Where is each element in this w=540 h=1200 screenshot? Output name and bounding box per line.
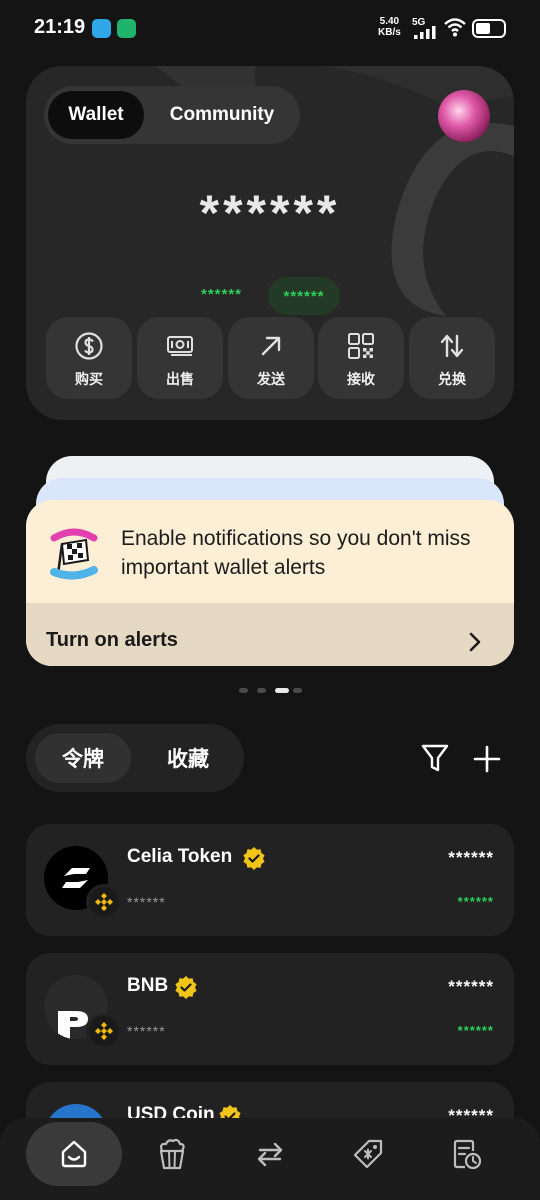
network-speed-unit: KB/s: [378, 27, 401, 38]
network-speed: 5.40 KB/s: [378, 16, 401, 38]
wallet-card: Wallet Community ****** ****** ****** 购买…: [26, 66, 514, 420]
send-label: 发送: [257, 371, 285, 387]
token-amount: ******: [448, 848, 494, 867]
token-row[interactable]: Celia Token ****** ****** ******: [26, 824, 514, 936]
carousel-dot-active[interactable]: [275, 688, 289, 693]
chevron-right-icon: [469, 632, 481, 652]
token-name: BNB: [127, 975, 169, 996]
balance-change-amount: ******: [201, 286, 243, 303]
verified-badge-icon: [175, 976, 197, 999]
status-time: 21:19: [34, 16, 86, 38]
nav-history[interactable]: [418, 1122, 514, 1186]
bottom-navigation: [0, 1118, 540, 1200]
finished-done-flag-icon: [50, 528, 98, 580]
turn-on-alerts-label: Turn on alerts: [46, 629, 178, 651]
buy-button[interactable]: 购买: [46, 317, 132, 399]
tab-community[interactable]: Community: [154, 91, 290, 139]
receive-button[interactable]: 接收: [318, 317, 404, 399]
network-speed-value: 5.40: [379, 16, 400, 27]
add-token-icon[interactable]: [473, 745, 501, 773]
bnb-chain-badge: [86, 1013, 122, 1049]
dollar-circle-icon: [75, 332, 103, 360]
arrow-up-right-icon: [261, 336, 281, 356]
tab-tokens[interactable]: 令牌: [35, 733, 131, 783]
wifi-icon: [444, 18, 466, 37]
signal-icon: [414, 26, 436, 39]
status-bar: 21:19 5.40 KB/s 5G: [0, 0, 540, 56]
nav-rewards[interactable]: [320, 1122, 416, 1186]
nav-home[interactable]: [26, 1122, 122, 1186]
history-icon: [453, 1139, 482, 1170]
qr-code-icon: [348, 333, 374, 359]
cash-icon: [167, 336, 193, 356]
filter-icon[interactable]: [420, 742, 450, 774]
tab-favorites[interactable]: 收藏: [141, 733, 235, 783]
send-button[interactable]: 发送: [228, 317, 314, 399]
notification-promo-card[interactable]: Enable notifications so you don't miss i…: [26, 500, 514, 666]
receive-label: 接收: [347, 371, 375, 387]
swap-icon: [257, 1142, 283, 1167]
token-amount: ******: [448, 977, 494, 996]
token-change: ******: [457, 894, 494, 909]
notification-app-icon: [92, 19, 111, 38]
header-tab-switch: Wallet Community: [44, 86, 300, 144]
token-name: Celia Token: [127, 846, 233, 867]
nav-discover[interactable]: [124, 1122, 220, 1186]
swap-arrows-icon: [440, 334, 464, 358]
carousel-dot[interactable]: [257, 688, 266, 693]
balance-change-percent: ******: [268, 277, 340, 315]
battery-icon: [472, 19, 506, 38]
rewards-tag-icon: [353, 1139, 383, 1169]
token-price: ******: [127, 1023, 166, 1039]
sell-label: 出售: [166, 371, 194, 387]
token-price: ******: [127, 894, 166, 910]
wallet-balance[interactable]: ******: [26, 184, 514, 242]
bnb-icon: [95, 893, 113, 911]
sell-button[interactable]: 出售: [137, 317, 223, 399]
profile-avatar[interactable]: [438, 90, 490, 142]
verified-badge-icon: [243, 847, 265, 870]
carousel-dot[interactable]: [239, 688, 248, 693]
token-list-tabs: 令牌 收藏: [26, 724, 244, 792]
notification-app-icon-2: [117, 19, 136, 38]
nav-trade[interactable]: [222, 1122, 318, 1186]
notification-message: Enable notifications so you don't miss i…: [121, 527, 471, 579]
buy-label: 购买: [75, 371, 103, 387]
turn-on-alerts-row[interactable]: Turn on alerts: [26, 603, 514, 666]
bnb-chain-badge: [86, 884, 122, 920]
token-row[interactable]: BNB ****** ****** ******: [26, 953, 514, 1065]
popcorn-icon: [159, 1138, 185, 1170]
token-change: ******: [457, 1023, 494, 1038]
tab-wallet[interactable]: Wallet: [48, 91, 144, 139]
bnb-icon: [95, 1022, 113, 1040]
swap-button[interactable]: 兑换: [409, 317, 495, 399]
home-icon: [61, 1140, 87, 1168]
swap-label: 兑换: [438, 371, 466, 387]
carousel-dot[interactable]: [293, 688, 302, 693]
